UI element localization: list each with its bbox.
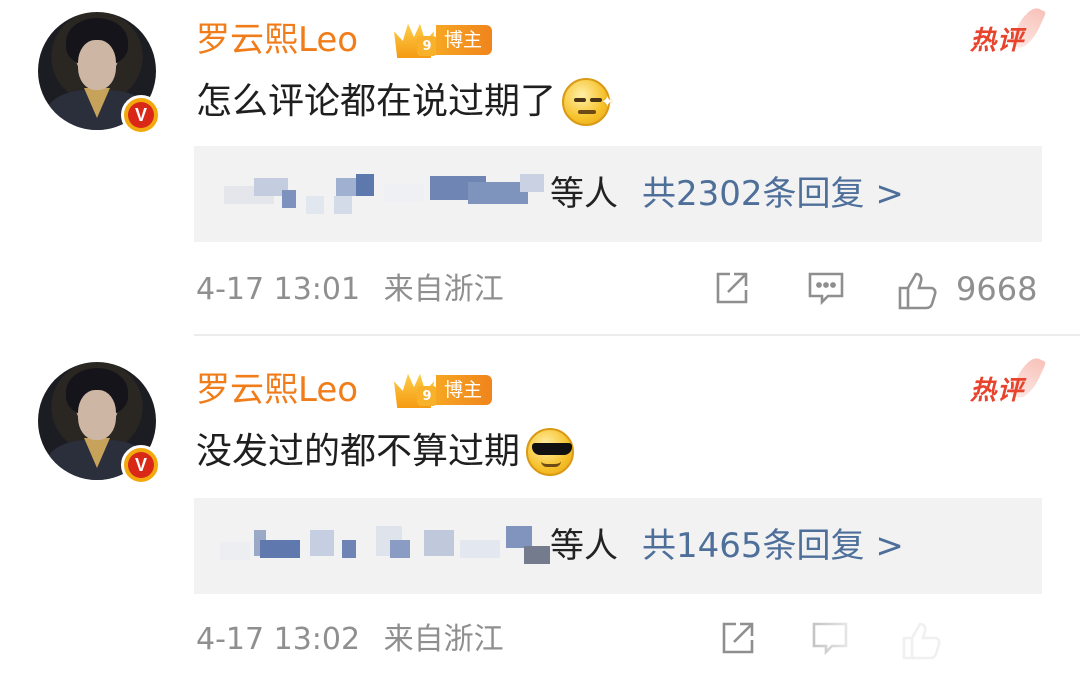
- author-name[interactable]: 罗云熙Leo: [196, 368, 358, 412]
- comment-time: 4-17 13:02: [196, 622, 361, 657]
- verified-badge-icon: V: [121, 445, 161, 485]
- hot-comment-badge: 热评: [970, 376, 1025, 406]
- hot-comment-badge: 热评: [970, 26, 1025, 56]
- sunglasses-emoji-icon: [526, 428, 575, 476]
- reply-users-suffix: 等人: [550, 526, 618, 566]
- comment-location: 来自浙江: [383, 272, 504, 307]
- comment-meta: 4-17 13:02 来自浙江: [196, 620, 504, 660]
- comment-item: V 罗云熙Leo 9 博主 热评 怎么评论都在说过期了 ✦ 等人 共2302条回…: [0, 0, 1080, 336]
- share-icon[interactable]: [712, 268, 752, 308]
- view-replies-link[interactable]: 共1465条回复 >: [642, 524, 904, 568]
- blogger-badge: 博主: [436, 375, 493, 405]
- like-icon[interactable]: [896, 268, 940, 312]
- comment-time: 4-17 13:01: [196, 272, 361, 307]
- comment-text: 怎么评论都在说过期了 ✦: [196, 74, 614, 130]
- watermark-overlay: [760, 618, 1080, 678]
- comment-body: 没发过的都不算过期: [196, 431, 521, 472]
- replies-preview[interactable]: 等人 共1465条回复 >: [194, 498, 1042, 594]
- reply-users-suffix: 等人: [550, 174, 618, 214]
- view-replies-link[interactable]: 共2302条回复 >: [642, 172, 904, 216]
- smirk-emoji-icon: ✦: [562, 78, 614, 126]
- blurred-usernames: [220, 526, 554, 566]
- level-badge: 9: [417, 386, 437, 406]
- replies-preview[interactable]: 等人 共2302条回复 >: [194, 146, 1042, 242]
- verified-badge-icon: V: [121, 95, 161, 135]
- share-icon[interactable]: [718, 618, 758, 658]
- divider: [194, 334, 1080, 336]
- blurred-usernames: [224, 174, 554, 214]
- comment-meta: 4-17 13:01 来自浙江: [196, 270, 504, 310]
- like-count: 9668: [956, 270, 1038, 308]
- comment-icon[interactable]: [806, 268, 846, 308]
- author-name[interactable]: 罗云熙Leo: [196, 18, 358, 62]
- comment-body: 怎么评论都在说过期了: [196, 81, 557, 122]
- comment-text: 没发过的都不算过期: [196, 424, 575, 480]
- blogger-badge: 博主: [436, 25, 493, 55]
- level-badge: 9: [417, 36, 437, 56]
- comment-location: 来自浙江: [383, 622, 504, 657]
